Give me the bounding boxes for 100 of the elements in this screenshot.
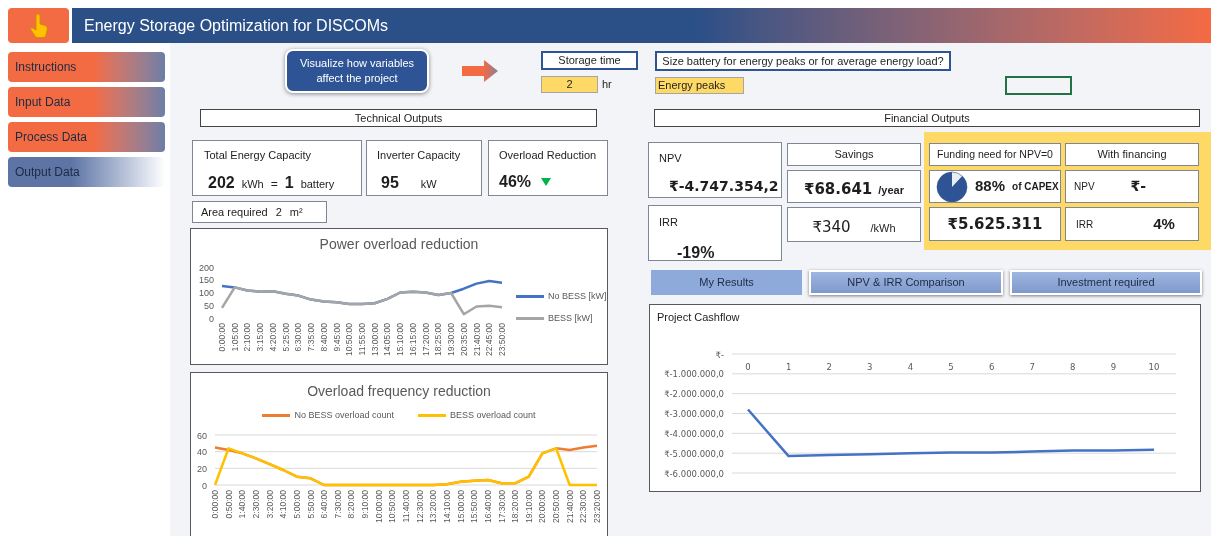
axis-label: 1:05:00 (229, 323, 240, 352)
card-value: ₹-4.747.354,2 (668, 176, 780, 196)
axis-label: 3:15:00 (255, 323, 266, 352)
axis-label: 0 (209, 313, 214, 324)
axis-label: ₹-2.000.000,0 (664, 389, 724, 400)
axis-label: 150 (198, 275, 214, 286)
axis-label: 13:20:00 (428, 489, 439, 523)
card-value: -19% (676, 242, 716, 263)
axis-label: 2:10:00 (242, 323, 253, 352)
axis-label: 20:50:00 (551, 489, 562, 523)
axis-label: 200 (198, 262, 214, 273)
card-value: 202 (208, 172, 235, 193)
axis-label: 18:25:00 (433, 323, 444, 357)
card-label: Funding need for NPV=0 (937, 146, 1053, 162)
axis-label: 7:35:00 (306, 323, 317, 352)
card-label: With financing (1097, 147, 1167, 163)
chart-title: Project Cashflow (657, 310, 740, 324)
axis-label: ₹- (715, 349, 724, 360)
axis-label: 9:10:00 (360, 489, 371, 518)
unit-label: battery (300, 176, 335, 192)
axis-label: 0:50:00 (223, 489, 234, 518)
unit-label: hr (602, 77, 612, 93)
axis-label: 10:50:00 (344, 323, 355, 357)
card-label: NPV (1074, 180, 1095, 194)
axis-label: 2 (826, 362, 832, 372)
axis-label: 8:20:00 (346, 489, 357, 518)
axis-label: 20:00:00 (537, 489, 548, 523)
card-value: 46% (499, 171, 532, 192)
axis-label: 4:20:00 (267, 323, 278, 352)
axis-label: 12:30:00 (414, 489, 425, 523)
card-value: 2 (275, 204, 282, 220)
equals-sign: = (270, 175, 278, 193)
axis-label: 4 (907, 362, 914, 372)
axis-label: 18:20:00 (510, 489, 521, 523)
unit-label: m² (289, 204, 303, 220)
axis-label: 9:45:00 (331, 323, 342, 352)
axis-label: 1:40:00 (237, 489, 248, 518)
card-label: IRR (659, 215, 679, 230)
legend-label: No BESS overload count (294, 409, 394, 422)
axis-label: 5:25:00 (280, 323, 291, 352)
section-heading: Financial Outputs (654, 109, 1200, 127)
axis-label: 20:35:00 (458, 323, 469, 357)
card-value: ₹5.625.311 (947, 213, 1043, 235)
legend-label: No BESS [kW] (548, 290, 607, 303)
axis-label: 6 (988, 362, 995, 372)
axis-label: 100 (198, 288, 214, 298)
axis-label: 23:50:00 (497, 323, 507, 357)
field-label: Storage time (541, 51, 638, 70)
card-value: ₹68.641 (804, 179, 873, 200)
axis-label: 6:40:00 (319, 489, 330, 518)
axis-label: 5:50:00 (305, 489, 316, 518)
axis-label: 4:10:00 (278, 489, 289, 518)
axis-label: 15:10:00 (395, 323, 406, 357)
chart-title: Overload frequency reduction (307, 382, 491, 400)
axis-label: 11:55:00 (357, 323, 367, 356)
axis-label: 0:00:00 (210, 489, 220, 518)
axis-label: 0 (745, 362, 751, 372)
axis-label: 11:40:00 (401, 489, 411, 522)
axis-label: 15:00:00 (455, 489, 466, 523)
axis-label: 8:40:00 (318, 323, 329, 352)
unit-label: /year (878, 183, 904, 198)
card-value: 95 (381, 172, 399, 193)
card-label: Savings (834, 147, 874, 163)
unit-label: /kWh (870, 221, 896, 236)
legend-label: BESS overload count (450, 409, 536, 422)
axis-label: 60 (197, 430, 207, 440)
axis-label: 10:50:00 (387, 489, 398, 523)
axis-label: 40 (197, 446, 207, 457)
axis-label: 20 (197, 463, 207, 474)
unit-label: of CAPEX (1012, 180, 1059, 194)
axis-label: 5:00:00 (291, 489, 302, 518)
axis-label: 19:30:00 (446, 323, 457, 357)
card-label: Overload Reduction (499, 148, 597, 163)
axis-label: 14:05:00 (382, 323, 393, 357)
axis-label: 7 (1029, 362, 1035, 372)
axis-label: 0 (202, 480, 207, 490)
axis-label: 3:20:00 (264, 489, 275, 518)
axis-label: 16:15:00 (407, 323, 418, 357)
axis-label: ₹-1.000.000,0 (664, 369, 724, 380)
unit-label: kWh (241, 176, 264, 192)
axis-label: ₹-5.000.000,0 (664, 448, 724, 459)
question-label: Size battery for energy peaks or for average energy load? (655, 51, 951, 71)
axis-label: ₹-3.000.000,0 (664, 409, 724, 419)
axis-label: 10 (1148, 362, 1160, 372)
chart-title: Power overload reduction (319, 235, 479, 253)
axis-label: 0:00:00 (217, 323, 227, 352)
axis-label: 8 (1070, 362, 1076, 372)
axis-label: 13:00:00 (369, 323, 380, 357)
legend-label: BESS [kW] (548, 311, 593, 325)
card-value: ₹340 (812, 217, 851, 238)
axis-label: 17:30:00 (496, 489, 507, 523)
axis-label: 1 (785, 362, 792, 372)
card-label: Total Energy Capacity (204, 148, 312, 163)
card-label: NPV (659, 151, 683, 166)
axis-label: ₹-4.000.000,0 (664, 428, 724, 439)
card-value: 88% (975, 176, 1006, 197)
axis-label: 17:20:00 (420, 323, 431, 357)
axis-label: 21:40:00 (471, 323, 482, 357)
axis-label: 22:45:00 (484, 323, 495, 357)
card-label: Area required (201, 204, 268, 220)
